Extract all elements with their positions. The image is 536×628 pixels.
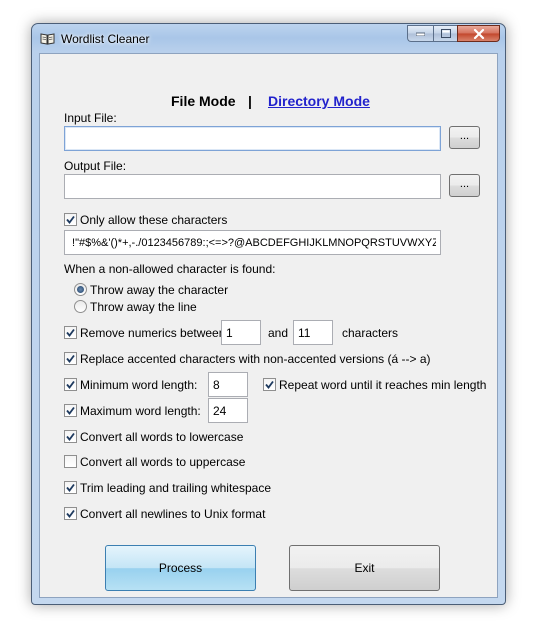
repeat-word-label: Repeat word until it reaches min length bbox=[279, 378, 487, 392]
maximize-icon bbox=[440, 29, 451, 38]
check-icon bbox=[66, 328, 75, 337]
throw-away-character-radio[interactable] bbox=[74, 283, 87, 296]
output-file-field[interactable] bbox=[64, 174, 441, 199]
check-icon bbox=[66, 354, 75, 363]
app-window: Wordlist Cleaner File Mode | Directory M… bbox=[31, 23, 506, 605]
max-length-field[interactable] bbox=[208, 398, 248, 423]
exit-button[interactable]: Exit bbox=[289, 545, 440, 591]
allowed-chars-field[interactable] bbox=[64, 230, 441, 255]
min-length-checkbox[interactable] bbox=[64, 378, 77, 391]
title-bar[interactable]: Wordlist Cleaner bbox=[32, 24, 505, 52]
check-icon bbox=[265, 380, 274, 389]
allowed-chars-label: Only allow these characters bbox=[80, 213, 228, 227]
check-icon bbox=[66, 380, 75, 389]
check-icon bbox=[66, 432, 75, 441]
uppercase-label: Convert all words to uppercase bbox=[80, 455, 246, 469]
trim-checkbox[interactable] bbox=[64, 481, 77, 494]
minimize-icon bbox=[416, 32, 425, 36]
throw-away-line-radio[interactable] bbox=[74, 300, 87, 313]
check-icon bbox=[66, 215, 75, 224]
close-button[interactable] bbox=[457, 25, 500, 42]
numerics-min-field[interactable] bbox=[221, 320, 261, 345]
throw-away-line-label: Throw away the line bbox=[90, 300, 197, 314]
min-length-label: Minimum word length: bbox=[80, 378, 198, 392]
repeat-word-checkbox[interactable] bbox=[263, 378, 276, 391]
newlines-label: Convert all newlines to Unix format bbox=[80, 507, 266, 521]
numerics-and-label: and bbox=[268, 326, 289, 340]
caption-buttons bbox=[407, 25, 500, 43]
uppercase-checkbox[interactable] bbox=[64, 455, 77, 468]
mode-separator: | bbox=[248, 93, 252, 109]
process-button[interactable]: Process bbox=[105, 545, 256, 591]
non-allowed-label: When a non-allowed character is found: bbox=[64, 262, 276, 276]
check-icon bbox=[66, 509, 75, 518]
min-length-field[interactable] bbox=[208, 372, 248, 397]
output-file-label: Output File: bbox=[64, 159, 127, 173]
close-icon bbox=[473, 28, 484, 39]
max-length-checkbox[interactable] bbox=[64, 404, 77, 417]
minimize-button[interactable] bbox=[407, 25, 433, 42]
maximize-button[interactable] bbox=[433, 25, 457, 42]
trim-label: Trim leading and trailing whitespace bbox=[80, 481, 271, 495]
lowercase-checkbox[interactable] bbox=[64, 430, 77, 443]
window-title: Wordlist Cleaner bbox=[61, 32, 150, 46]
client-area: File Mode | Directory Mode Input File: .… bbox=[39, 53, 498, 598]
throw-away-character-label: Throw away the character bbox=[90, 283, 229, 297]
replace-accented-label: Replace accented characters with non-acc… bbox=[80, 352, 431, 366]
remove-numerics-checkbox[interactable] bbox=[64, 326, 77, 339]
lowercase-label: Convert all words to lowercase bbox=[80, 430, 244, 444]
open-book-icon bbox=[40, 33, 55, 45]
newlines-checkbox[interactable] bbox=[64, 507, 77, 520]
input-file-label: Input File: bbox=[64, 111, 117, 125]
numerics-max-field[interactable] bbox=[293, 320, 333, 345]
numerics-suffix-label: characters bbox=[342, 326, 399, 340]
directory-mode-link[interactable]: Directory Mode bbox=[268, 93, 370, 109]
file-mode-label[interactable]: File Mode bbox=[171, 93, 236, 109]
input-file-field[interactable] bbox=[64, 126, 441, 151]
allowed-chars-checkbox[interactable] bbox=[64, 213, 77, 226]
input-browse-button[interactable]: ... bbox=[449, 126, 480, 149]
max-length-label: Maximum word length: bbox=[80, 404, 201, 418]
replace-accented-checkbox[interactable] bbox=[64, 352, 77, 365]
output-browse-button[interactable]: ... bbox=[449, 174, 480, 197]
remove-numerics-label: Remove numerics between bbox=[80, 326, 226, 340]
check-icon bbox=[66, 406, 75, 415]
check-icon bbox=[66, 483, 75, 492]
